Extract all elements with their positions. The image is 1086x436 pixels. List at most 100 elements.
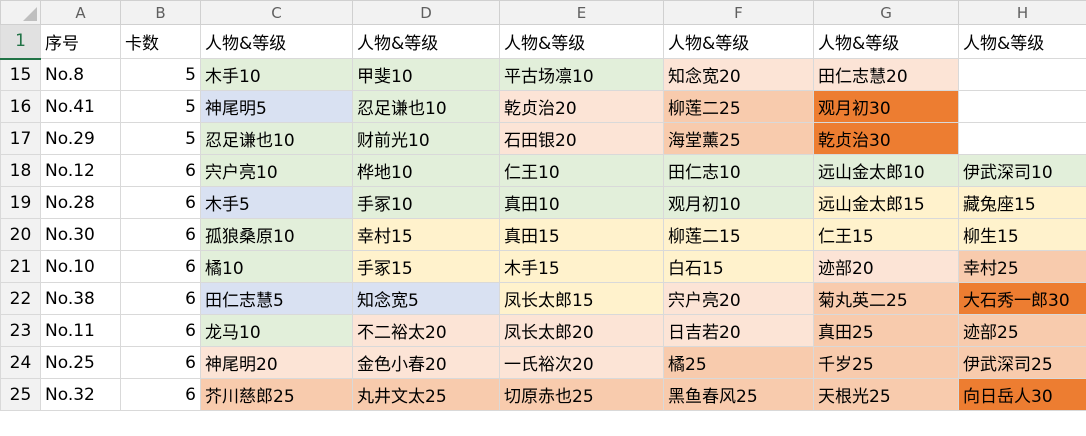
- column-header-g[interactable]: G: [813, 0, 959, 25]
- cell-character[interactable]: 远山金太郎15: [813, 186, 959, 219]
- cell-character[interactable]: 伊武深司10: [958, 154, 1086, 187]
- cell-id[interactable]: No.38: [40, 282, 121, 315]
- cell-character[interactable]: 真田25: [813, 314, 959, 347]
- cell-character[interactable]: 知念宽5: [352, 282, 500, 315]
- cell-character[interactable]: 柳莲二25: [663, 90, 814, 123]
- cell-id[interactable]: No.30: [40, 218, 121, 251]
- cell-character[interactable]: 田仁志慧20: [813, 58, 959, 91]
- column-header-h[interactable]: H: [958, 0, 1086, 25]
- cell-character[interactable]: [958, 58, 1086, 91]
- row-header[interactable]: 20: [0, 218, 41, 251]
- column-header-d[interactable]: D: [352, 0, 500, 25]
- cell-character[interactable]: 大石秀一郎30: [958, 282, 1086, 315]
- cell-character[interactable]: 木手15: [499, 250, 664, 283]
- cell-character[interactable]: [958, 90, 1086, 123]
- column-header-a[interactable]: A: [40, 0, 121, 25]
- header-cell-character[interactable]: 人物&等级: [200, 24, 353, 59]
- cell-id[interactable]: No.32: [40, 378, 121, 411]
- row-header[interactable]: 22: [0, 282, 41, 315]
- cell-count[interactable]: 6: [120, 218, 201, 251]
- row-header[interactable]: 15: [0, 58, 41, 91]
- cell-character[interactable]: 幸村15: [352, 218, 500, 251]
- cell-character[interactable]: 柳莲二15: [663, 218, 814, 251]
- cell-id[interactable]: No.11: [40, 314, 121, 347]
- header-cell-id[interactable]: 序号: [40, 24, 121, 59]
- cell-character[interactable]: 宍户亮20: [663, 282, 814, 315]
- cell-character[interactable]: 乾贞治30: [813, 122, 959, 155]
- column-header-e[interactable]: E: [499, 0, 664, 25]
- header-cell-character[interactable]: 人物&等级: [499, 24, 664, 59]
- cell-character[interactable]: 丸井文太25: [352, 378, 500, 411]
- cell-count[interactable]: 6: [120, 186, 201, 219]
- cell-character[interactable]: 宍户亮10: [200, 154, 353, 187]
- cell-character[interactable]: 菊丸英二25: [813, 282, 959, 315]
- row-header[interactable]: 19: [0, 186, 41, 219]
- cell-id[interactable]: No.25: [40, 346, 121, 379]
- cell-character[interactable]: 一氏裕次20: [499, 346, 664, 379]
- header-cell-character[interactable]: 人物&等级: [352, 24, 500, 59]
- cell-character[interactable]: 凤长太郎20: [499, 314, 664, 347]
- cell-character[interactable]: 木手5: [200, 186, 353, 219]
- row-header[interactable]: 17: [0, 122, 41, 155]
- cell-character[interactable]: 迹部25: [958, 314, 1086, 347]
- cell-character[interactable]: 忍足谦也10: [352, 90, 500, 123]
- cell-character[interactable]: 切原赤也25: [499, 378, 664, 411]
- cell-character[interactable]: 神尾明5: [200, 90, 353, 123]
- cell-character[interactable]: 神尾明20: [200, 346, 353, 379]
- cell-character[interactable]: 藏兔座15: [958, 186, 1086, 219]
- select-all-corner[interactable]: [0, 0, 41, 25]
- cell-character[interactable]: 平古场凛10: [499, 58, 664, 91]
- cell-character[interactable]: 黑鱼春风25: [663, 378, 814, 411]
- row-header[interactable]: 24: [0, 346, 41, 379]
- column-header-f[interactable]: F: [663, 0, 814, 25]
- cell-character[interactable]: 日吉若20: [663, 314, 814, 347]
- row-header[interactable]: 1: [0, 24, 41, 60]
- cell-character[interactable]: 不二裕太20: [352, 314, 500, 347]
- cell-character[interactable]: 天根光25: [813, 378, 959, 411]
- cell-character[interactable]: 橘25: [663, 346, 814, 379]
- cell-count[interactable]: 6: [120, 314, 201, 347]
- cell-count[interactable]: 6: [120, 282, 201, 315]
- cell-character[interactable]: 手冢10: [352, 186, 500, 219]
- column-header-c[interactable]: C: [200, 0, 353, 25]
- cell-character[interactable]: [958, 122, 1086, 155]
- cell-character[interactable]: 凤长太郎15: [499, 282, 664, 315]
- row-header[interactable]: 16: [0, 90, 41, 123]
- cell-character[interactable]: 观月初10: [663, 186, 814, 219]
- cell-character[interactable]: 金色小春20: [352, 346, 500, 379]
- cell-character[interactable]: 乾贞治20: [499, 90, 664, 123]
- header-cell-count[interactable]: 卡数: [120, 24, 201, 59]
- cell-character[interactable]: 海堂薰25: [663, 122, 814, 155]
- cell-character[interactable]: 伊武深司25: [958, 346, 1086, 379]
- cell-character[interactable]: 财前光10: [352, 122, 500, 155]
- cell-character[interactable]: 木手10: [200, 58, 353, 91]
- cell-character[interactable]: 千岁25: [813, 346, 959, 379]
- cell-character[interactable]: 橘10: [200, 250, 353, 283]
- cell-id[interactable]: No.12: [40, 154, 121, 187]
- header-cell-character[interactable]: 人物&等级: [663, 24, 814, 59]
- column-header-b[interactable]: B: [120, 0, 201, 25]
- row-header[interactable]: 25: [0, 378, 41, 411]
- cell-count[interactable]: 6: [120, 154, 201, 187]
- cell-id[interactable]: No.8: [40, 58, 121, 91]
- cell-character[interactable]: 向日岳人30: [958, 378, 1086, 411]
- cell-character[interactable]: 手冢15: [352, 250, 500, 283]
- cell-character[interactable]: 幸村25: [958, 250, 1086, 283]
- row-header[interactable]: 21: [0, 250, 41, 283]
- cell-id[interactable]: No.10: [40, 250, 121, 283]
- cell-character[interactable]: 龙马10: [200, 314, 353, 347]
- cell-character[interactable]: 田仁志慧5: [200, 282, 353, 315]
- cell-count[interactable]: 6: [120, 346, 201, 379]
- cell-character[interactable]: 甲斐10: [352, 58, 500, 91]
- cell-character[interactable]: 远山金太郎10: [813, 154, 959, 187]
- cell-character[interactable]: 知念宽20: [663, 58, 814, 91]
- cell-character[interactable]: 石田银20: [499, 122, 664, 155]
- cell-character[interactable]: 真田15: [499, 218, 664, 251]
- cell-count[interactable]: 6: [120, 378, 201, 411]
- header-cell-character[interactable]: 人物&等级: [813, 24, 959, 59]
- cell-character[interactable]: 忍足谦也10: [200, 122, 353, 155]
- cell-count[interactable]: 5: [120, 122, 201, 155]
- cell-character[interactable]: 芥川慈郎25: [200, 378, 353, 411]
- cell-character[interactable]: 田仁志10: [663, 154, 814, 187]
- cell-id[interactable]: No.29: [40, 122, 121, 155]
